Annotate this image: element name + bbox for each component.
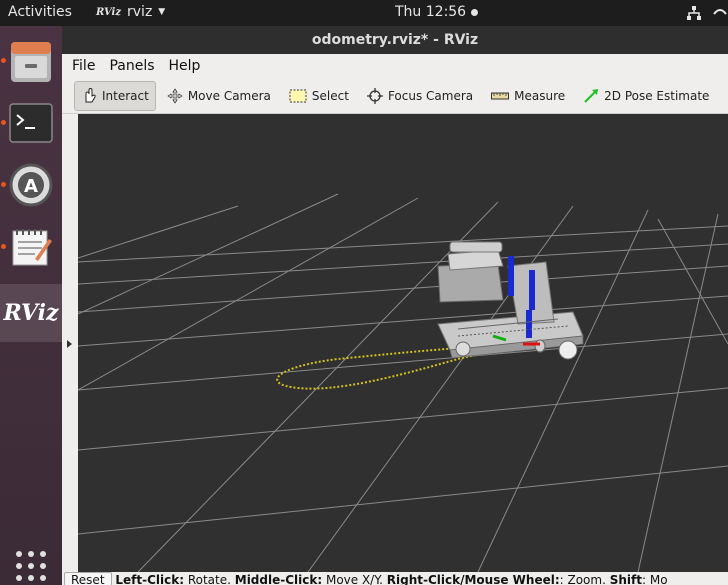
3d-scene (78, 193, 728, 572)
status-middle-click-action: Move X/Y. (322, 573, 387, 585)
system-menu-icon[interactable] (712, 5, 728, 25)
viewport-area (62, 114, 728, 572)
menu-help[interactable]: Help (169, 58, 201, 74)
top-bar: Activities RViz rviz ▼ Thu 12:56 (0, 0, 728, 26)
file-cabinet-icon (11, 42, 51, 82)
running-indicator-icon (1, 244, 6, 249)
tool-interact-label: Interact (102, 88, 149, 103)
menu-file[interactable]: File (72, 58, 95, 74)
tools-toolbar: Interact Move Camera Select Focus Camera (62, 78, 728, 114)
dock-item-rviz[interactable]: RViz (0, 284, 62, 342)
status-shift-label: Shift (609, 573, 642, 585)
menu-panels[interactable]: Panels (109, 58, 154, 74)
hand-pointer-icon (85, 87, 96, 102)
status-right-click-action: : Zoom. (559, 573, 610, 585)
tool-2d-pose-estimate-label: 2D Pose Estimate (604, 88, 710, 103)
status-left-click-label: Left-Click: (115, 573, 185, 585)
tool-measure-button[interactable]: Measure (484, 81, 572, 111)
show-applications-button[interactable] (0, 546, 62, 585)
ruler-icon (491, 92, 510, 99)
3d-render-view[interactable] (78, 114, 728, 572)
dock-item-text-editor[interactable] (0, 218, 62, 276)
reset-button[interactable]: Reset (64, 572, 112, 585)
text-editor-icon (12, 229, 52, 266)
tool-move-camera-label: Move Camera (187, 88, 271, 103)
running-indicator-icon (1, 58, 6, 63)
robot-model (437, 241, 584, 360)
dock: A RViz (0, 26, 62, 585)
status-left-click-action: Rotate. (184, 573, 235, 585)
app-menu-label: rviz (127, 4, 153, 20)
tool-focus-camera-label: Focus Camera (387, 88, 474, 103)
clock[interactable]: Thu 12:56 (395, 4, 479, 20)
expand-panel-arrow-icon[interactable] (64, 334, 74, 354)
notification-dot-icon (471, 8, 479, 16)
app-menu-icon: RViz (96, 6, 122, 18)
tool-move-camera-button[interactable]: Move Camera (160, 81, 278, 111)
clock-label: Thu 12:56 (395, 4, 467, 20)
green-arrow-icon (584, 88, 599, 103)
chevron-down-icon: ▼ (158, 7, 166, 17)
software-updater-icon: A (9, 163, 53, 207)
rviz-icon: RViz (3, 300, 59, 326)
running-indicator-icon (1, 120, 6, 125)
running-indicator-icon (1, 182, 6, 187)
ground-grid (78, 193, 728, 572)
status-shift-action: : Mo (642, 573, 668, 585)
app-grid-icon (16, 551, 46, 581)
activities-button[interactable]: Activities (8, 4, 72, 20)
status-bar: Reset Left-Click: Rotate. Middle-Click: … (62, 572, 728, 585)
rviz-window: odometry.rviz* - RViz File Panels Help I… (62, 26, 728, 585)
tool-measure-label: Measure (514, 88, 566, 103)
app-menu[interactable]: RViz rviz ▼ (96, 4, 165, 20)
focus-crosshair-icon (366, 87, 383, 104)
tool-select-button[interactable]: Select (282, 81, 356, 111)
window-title[interactable]: odometry.rviz* - RViz (62, 26, 728, 54)
menu-bar: File Panels Help (62, 54, 728, 78)
svg-text:A: A (24, 176, 38, 197)
status-middle-click-label: Middle-Click: (234, 573, 323, 585)
dock-item-software-updater[interactable]: A (0, 156, 62, 214)
dock-item-terminal[interactable] (0, 94, 62, 152)
network-icon[interactable] (686, 5, 702, 25)
terminal-icon (9, 103, 53, 143)
tool-interact-button[interactable]: Interact (74, 80, 156, 111)
dock-item-files[interactable] (0, 32, 62, 90)
status-right-click-label: Right-Click/Mouse Wheel: (386, 573, 560, 585)
move-arrows-icon (167, 87, 183, 104)
tool-2d-pose-estimate-button[interactable]: 2D Pose Estimate (576, 81, 716, 111)
tool-focus-camera-button[interactable]: Focus Camera (360, 81, 480, 111)
select-box-icon (289, 89, 307, 102)
tool-select-label: Select (311, 88, 349, 103)
